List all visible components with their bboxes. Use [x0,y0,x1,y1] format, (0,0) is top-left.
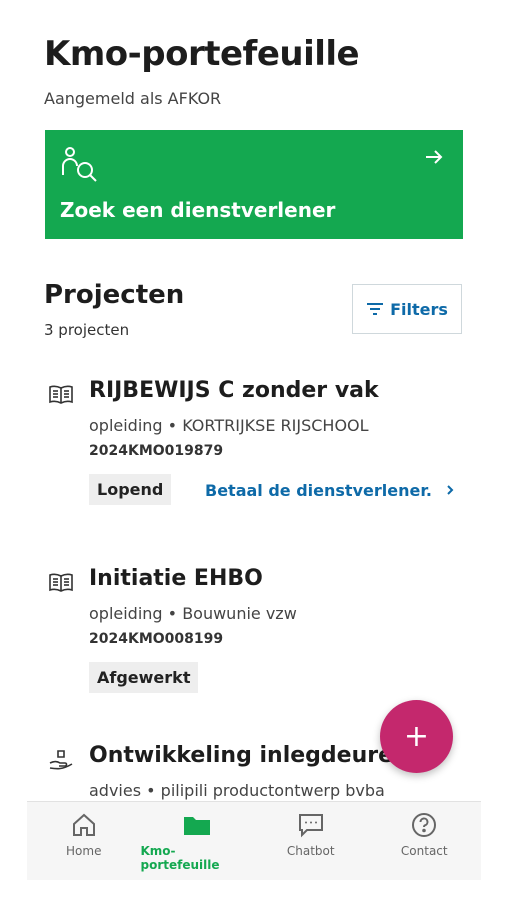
filters-label: Filters [390,299,448,319]
home-icon [72,813,95,836]
status-badge: Afgewerkt [89,662,199,693]
page-title: Kmo-portefeuille [44,34,360,74]
person-search-icon [62,147,97,182]
arrow-right-icon [426,150,443,164]
status-badge: Lopend [89,474,172,505]
project-item[interactable]: Initiatie EHBO opleiding • Bouwunie vzw … [44,566,484,696]
project-title: Ontwikkeling inlegdeuren [89,743,409,768]
pay-provider-label: Betaal de dienstverlener. [205,481,433,500]
book-icon [49,385,73,404]
nav-kmo-portefeuille[interactable]: Kmo-portefeuille [141,802,255,880]
project-meta: opleiding • Bouwunie vzw [89,604,297,623]
book-icon [49,573,73,592]
search-provider-label: Zoek een dienstverlener [60,198,336,222]
nav-chatbot-label: Chatbot [286,844,335,858]
plus-icon: + [403,718,430,754]
bottom-navigation: Home Kmo-portefeuille Chatbot Contact [27,801,481,880]
project-title: Initiatie EHBO [89,566,263,591]
nav-chatbot[interactable]: Chatbot [254,802,368,880]
folder-icon [184,817,211,835]
nav-contact-label: Contact [400,844,448,858]
nav-contact[interactable]: Contact [368,802,482,880]
project-item[interactable]: RIJBEWIJS C zonder vak opleiding • KORTR… [44,378,484,518]
hand-box-icon [49,750,73,770]
project-code: 2024KMO008199 [89,631,224,647]
help-icon [412,813,437,837]
project-title: RIJBEWIJS C zonder vak [89,378,379,403]
nav-kmo-portefeuille-label: Kmo-portefeuille [140,844,220,872]
add-project-button[interactable]: + [380,700,453,773]
project-code: 2024KMO019879 [89,443,224,459]
chevron-right-icon [446,485,454,495]
projects-count: 3 projecten [44,321,130,339]
nav-home-label: Home [66,844,102,858]
filter-icon [367,303,384,315]
project-meta: advies • pilipili productontwerp bvba [89,781,385,800]
search-provider-card[interactable]: Zoek een dienstverlener [45,130,463,239]
filters-button[interactable]: Filters [352,284,462,334]
nav-home[interactable]: Home [27,802,141,880]
projects-title: Projecten [44,280,185,310]
project-meta: opleiding • KORTRIJKSE RIJSCHOOL [89,416,369,435]
chat-icon [298,814,323,838]
pay-provider-link[interactable]: Betaal de dienstverlener. [205,481,456,500]
logged-in-subtitle: Aangemeld als AFKOR [44,89,222,108]
